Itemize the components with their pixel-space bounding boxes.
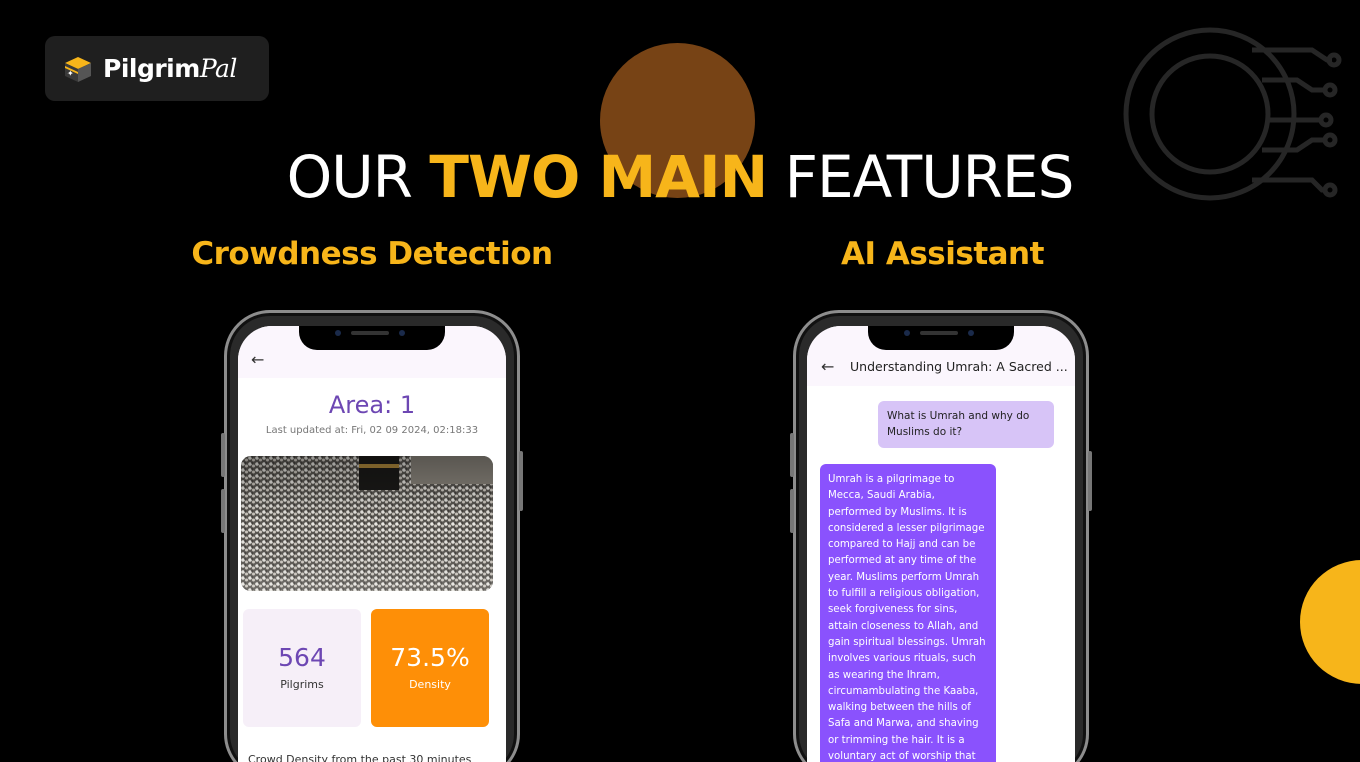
phone-notch bbox=[299, 326, 445, 350]
pilgrims-stat-card: 564 Pilgrims bbox=[243, 609, 361, 727]
decorative-circle bbox=[1300, 560, 1360, 684]
density-label: Density bbox=[409, 678, 451, 691]
assistant-message-bubble: Umrah is a pilgrimage to Mecca, Saudi Ar… bbox=[820, 464, 996, 762]
phone-side-button bbox=[221, 489, 225, 533]
phone-screen: ← Area: 1 Last updated at: Fri, 02 09 20… bbox=[238, 326, 506, 762]
phone-side-button bbox=[1088, 451, 1092, 511]
feature-title-ai-assistant: AI Assistant bbox=[841, 236, 1044, 272]
user-message-bubble: What is Umrah and why do Muslims do it? bbox=[878, 401, 1054, 448]
crowd-camera-image bbox=[241, 456, 493, 591]
brand-name: PilgrimPal bbox=[103, 54, 237, 83]
phone-screen: ← Understanding Umrah: A Sacred ... What… bbox=[807, 326, 1075, 762]
phone-side-button bbox=[519, 451, 523, 511]
pilgrims-count: 564 bbox=[278, 643, 326, 672]
chat-title: Understanding Umrah: A Sacred ... bbox=[850, 359, 1068, 374]
density-stat-card: 73.5% Density bbox=[371, 609, 489, 727]
arrow-left-icon[interactable]: ← bbox=[251, 350, 264, 369]
area-title: Area: 1 bbox=[328, 391, 416, 419]
kaaba-icon: ✦ bbox=[61, 54, 95, 84]
phone-side-button bbox=[790, 489, 794, 533]
phone-side-button bbox=[790, 433, 794, 477]
last-updated-text: Last updated at: Fri, 02 09 2024, 02:18:… bbox=[265, 425, 479, 436]
density-value: 73.5% bbox=[390, 643, 470, 672]
crowd-density-caption: Crowd Density from the past 30 minutes bbox=[248, 753, 472, 762]
pilgrims-label: Pilgrims bbox=[280, 678, 324, 691]
phone-ai-assistant: ← Understanding Umrah: A Sacred ... What… bbox=[790, 310, 1092, 762]
brand-logo: ✦ PilgrimPal bbox=[45, 36, 269, 101]
feature-title-crowdness: Crowdness Detection bbox=[191, 236, 553, 272]
phone-crowd-detection: ← Area: 1 Last updated at: Fri, 02 09 20… bbox=[221, 310, 523, 762]
svg-text:✦: ✦ bbox=[67, 69, 74, 78]
page-headline: OUR TWO MAIN FEATURES bbox=[286, 143, 1075, 211]
arrow-left-icon[interactable]: ← bbox=[821, 357, 834, 376]
phone-notch bbox=[868, 326, 1014, 350]
phone-side-button bbox=[221, 433, 225, 477]
